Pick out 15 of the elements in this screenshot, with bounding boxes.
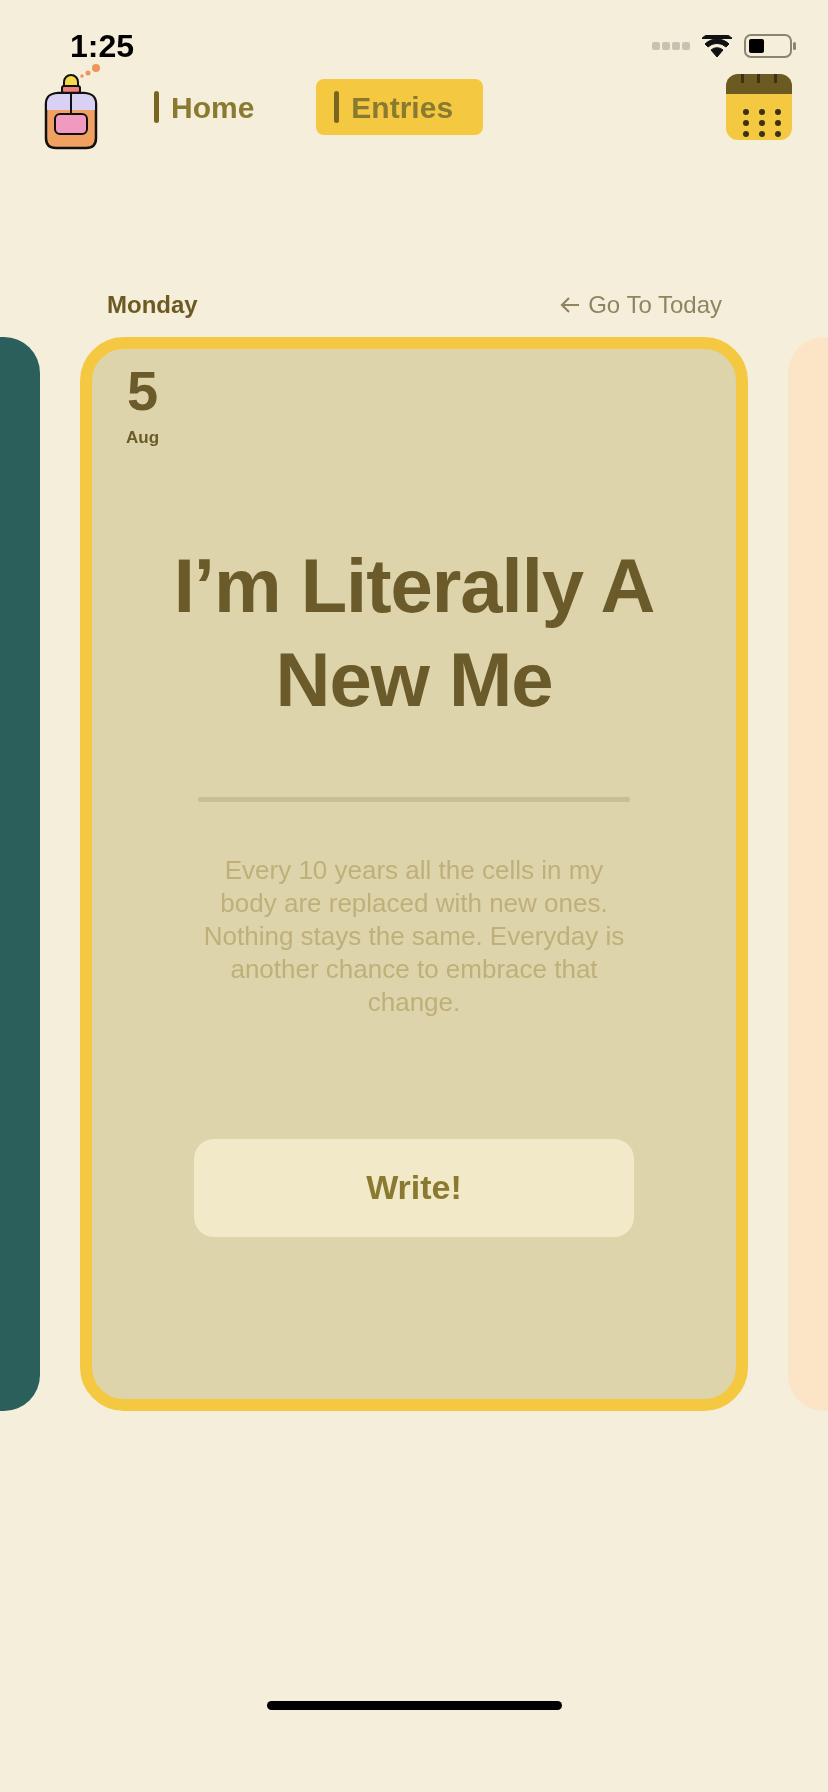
month-label: Aug bbox=[126, 427, 160, 449]
previous-entry-card[interactable] bbox=[0, 337, 40, 1411]
battery-icon bbox=[744, 34, 796, 58]
nav-tab[interactable]: Entries bbox=[316, 79, 484, 135]
entry-title: I’m Literally A New Me bbox=[172, 541, 656, 724]
calendar-icon[interactable] bbox=[726, 74, 792, 140]
signal-icon bbox=[652, 42, 690, 50]
nav-tab[interactable]: Home bbox=[136, 79, 285, 135]
day-number: 5 bbox=[126, 363, 159, 419]
go-to-today-button[interactable]: Go To Today bbox=[560, 287, 722, 323]
wifi-icon bbox=[702, 35, 732, 57]
arrow-left-icon bbox=[560, 296, 581, 314]
weekday-label: Monday bbox=[107, 290, 198, 320]
write-button[interactable]: Write! bbox=[194, 1138, 634, 1237]
status-time: 1:25 bbox=[70, 30, 135, 62]
